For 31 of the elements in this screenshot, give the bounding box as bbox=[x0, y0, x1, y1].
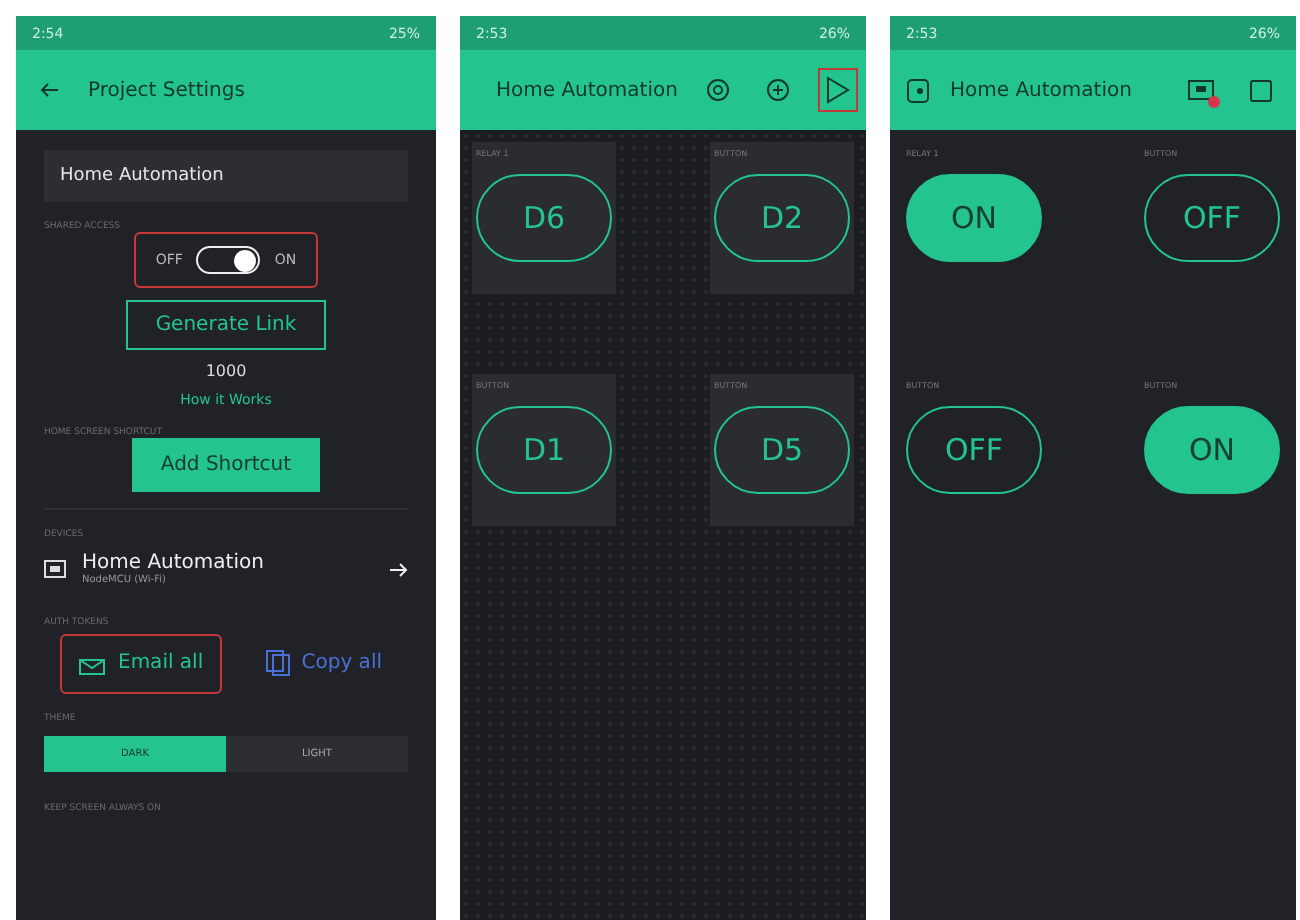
settings-icon bbox=[705, 78, 730, 102]
arrow-right-icon bbox=[390, 561, 408, 577]
header-title: Home Automation bbox=[496, 79, 678, 101]
header-title: Project Settings bbox=[88, 79, 247, 101]
header-title: Home Automation bbox=[950, 79, 1134, 101]
pin-button[interactable]: D2 bbox=[714, 174, 850, 262]
pin-button[interactable]: D5 bbox=[714, 406, 850, 494]
square-icon bbox=[1250, 79, 1272, 101]
alert-dot bbox=[1208, 95, 1220, 107]
shared-access-switch[interactable] bbox=[196, 246, 261, 274]
access-count: 1000 bbox=[205, 362, 247, 380]
switch-button[interactable]: ON bbox=[906, 174, 1042, 262]
switch-button[interactable]: OFF bbox=[1144, 174, 1280, 262]
copy-all-button[interactable]: Copy all bbox=[247, 632, 400, 694]
add-shortcut-button[interactable]: Add Shortcut bbox=[132, 438, 320, 492]
back-arrow-icon bbox=[40, 80, 60, 100]
generate-link-button[interactable]: Generate Link bbox=[125, 300, 327, 350]
plus-circle-icon bbox=[765, 78, 790, 102]
pin-button[interactable]: D6 bbox=[476, 174, 612, 262]
pin-button[interactable]: D1 bbox=[476, 406, 612, 494]
device-icon bbox=[44, 560, 66, 578]
switch-button[interactable]: ON bbox=[1144, 406, 1280, 494]
play-button[interactable] bbox=[817, 68, 858, 112]
project-name-field[interactable]: Home Automation bbox=[44, 150, 408, 202]
device-name: Home Automation bbox=[82, 552, 266, 574]
project-icon bbox=[906, 77, 930, 103]
copy-icon bbox=[265, 650, 290, 676]
device-icon bbox=[1188, 79, 1214, 101]
email-all-button[interactable]: Email all bbox=[60, 633, 222, 693]
play-icon bbox=[825, 76, 850, 104]
switch-button[interactable]: OFF bbox=[906, 406, 1042, 494]
